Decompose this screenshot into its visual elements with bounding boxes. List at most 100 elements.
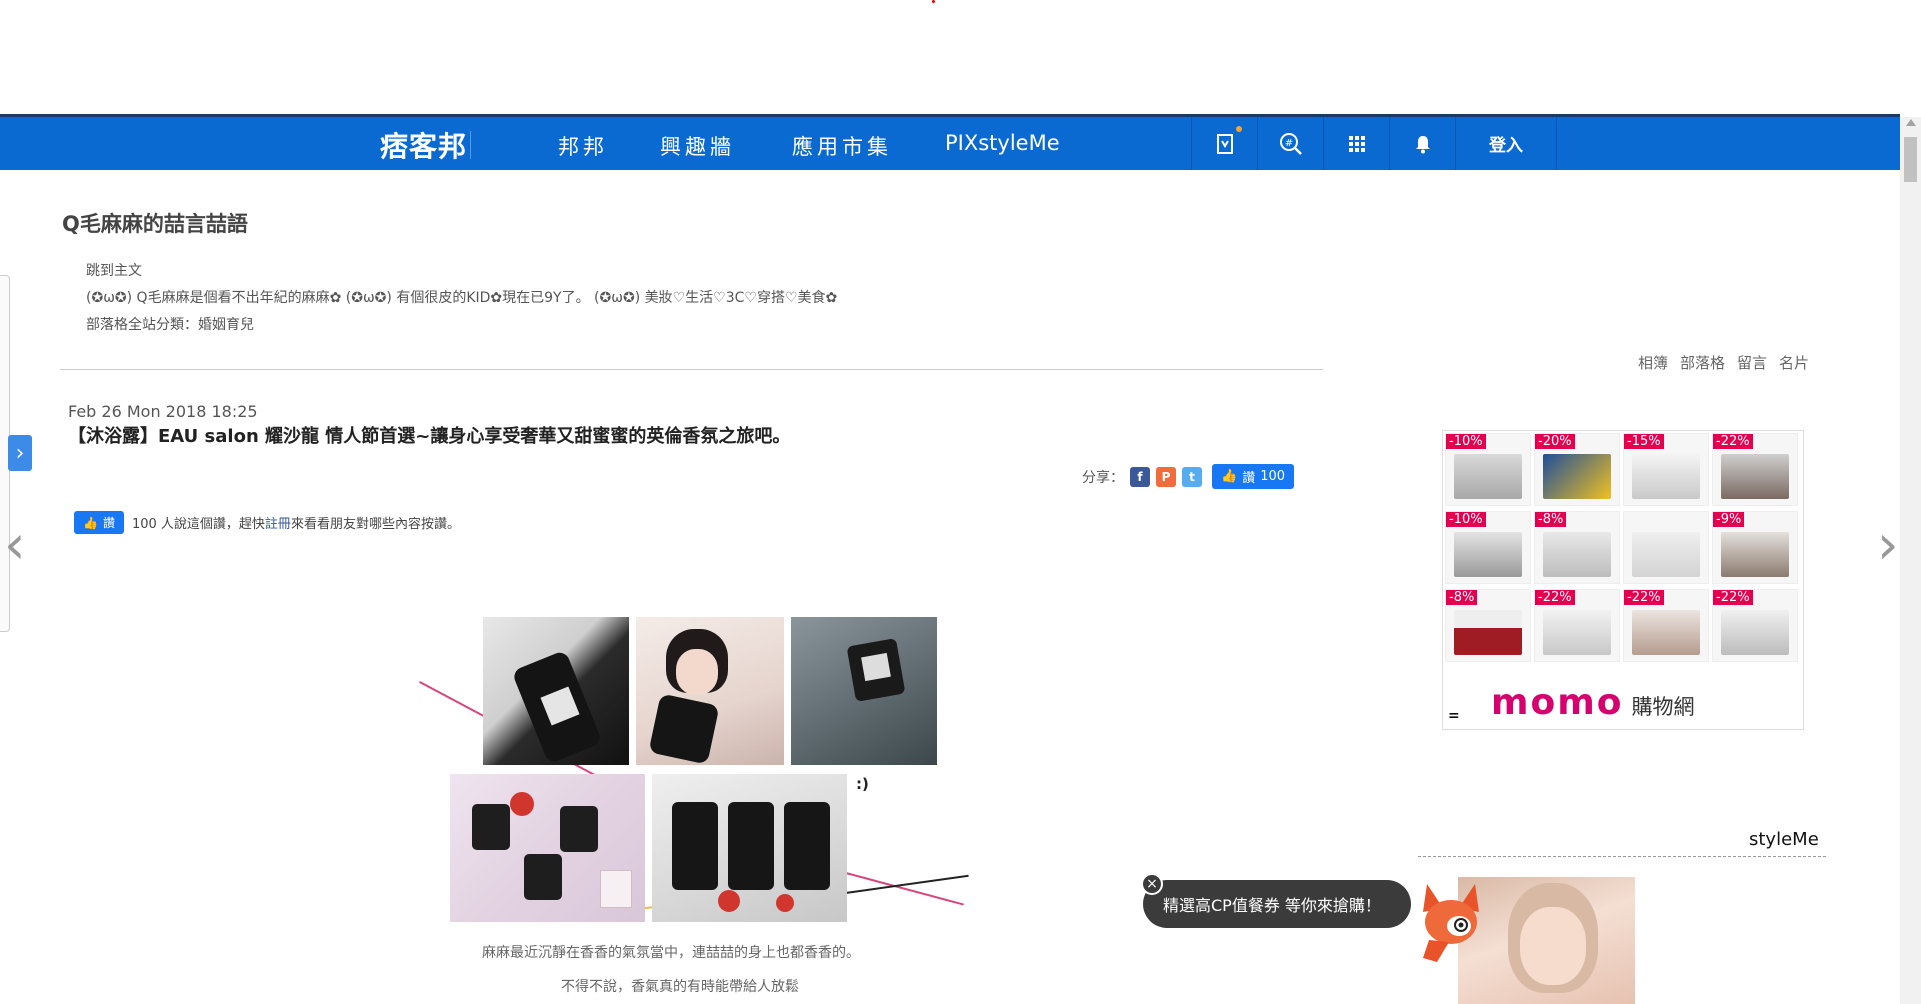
- ad-discount-badge: -22%: [1713, 434, 1753, 449]
- apps-grid-icon: [1348, 135, 1365, 152]
- notification-dot: [1236, 126, 1242, 132]
- bookmark-icon: [1216, 133, 1233, 154]
- momo-logo-suffix: 購物網: [1631, 695, 1695, 719]
- post-body-caption-2: 不得不說，香氣真的有時能帶給人放鬆: [561, 979, 799, 995]
- facebook-like-button[interactable]: 👍 讚 100: [1212, 464, 1295, 489]
- skip-to-content-link[interactable]: 跳到主文: [86, 258, 837, 285]
- sidebar-link-profile-card[interactable]: 名片: [1779, 352, 1809, 373]
- blog-category[interactable]: 部落格全站分類：婚姻育兒: [86, 312, 837, 339]
- ad-discount-badge: -22%: [1624, 590, 1664, 605]
- ad-product-tile[interactable]: -22%: [1623, 589, 1709, 662]
- pixnet-logo[interactable]: 痞客邦: [380, 127, 467, 163]
- ad-discount-badge: -9%: [1713, 512, 1745, 527]
- ad-product-tile[interactable]: [1623, 511, 1709, 584]
- logo-divider: [470, 131, 471, 159]
- post-title[interactable]: 【沐浴露】EAU salon 耀沙龍 情人節首選~讓身心享受奢華又甜蜜蜜的英倫香…: [68, 422, 790, 448]
- like-label: 讚: [102, 516, 115, 530]
- header-divider: [60, 369, 1323, 370]
- styleme-model-photo[interactable]: [1458, 877, 1635, 1004]
- product-photo-bottle-sink: [483, 617, 629, 765]
- blog-title[interactable]: Q毛麻麻的喆言喆語: [62, 208, 248, 238]
- promo-bubble[interactable]: 精選高CP值餐券 等你來搶購！: [1143, 880, 1411, 928]
- styleme-divider: [1418, 856, 1826, 857]
- ad-product-tile[interactable]: -10%: [1445, 433, 1531, 506]
- ad-product-tile[interactable]: -22%: [1534, 589, 1620, 662]
- ad-discount-badge: -10%: [1446, 512, 1486, 527]
- ad-product-tile[interactable]: -10%: [1445, 511, 1531, 584]
- ad-discount-badge: -22%: [1535, 590, 1575, 605]
- sidebar-links: 相簿 部落格 留言 名片: [1638, 352, 1809, 373]
- product-photo-flatlay-flowers: [450, 774, 645, 922]
- product-photo-three-bottles: [652, 774, 847, 922]
- post-body-caption-1: 麻麻最近沉靜在香香的氣氛當中，連喆喆的身上也都香香的。: [482, 945, 860, 961]
- nav-item-app-market[interactable]: 應用市集: [792, 131, 892, 161]
- momo-ad-banner[interactable]: -10% -20% -15% -22% -10% -8% -9% -8% -22…: [1442, 430, 1804, 730]
- close-icon[interactable]: ×: [1141, 873, 1163, 895]
- ad-discount-badge: -10%: [1446, 434, 1486, 449]
- svg-text:#: #: [1284, 138, 1292, 149]
- ad-product-tile[interactable]: -9%: [1712, 511, 1798, 584]
- next-post-arrow-icon[interactable]: ›: [1877, 518, 1899, 572]
- facebook-share-icon[interactable]: f: [1130, 466, 1150, 487]
- register-link[interactable]: 註冊: [265, 517, 291, 532]
- blog-meta: 跳到主文 (✪ω✪) Q毛麻麻是個看不出年紀的麻麻✿ (✪ω✪) 有個很皮的KI…: [86, 258, 837, 339]
- like-text: 100 人說這個讚，趕快註冊來看看朋友對哪些內容按讚。: [132, 513, 460, 532]
- ad-discount-badge: -8%: [1446, 590, 1478, 605]
- plurk-share-icon[interactable]: P: [1156, 466, 1176, 487]
- like-count: 100: [1260, 469, 1286, 484]
- ad-product-tile[interactable]: -15%: [1623, 433, 1709, 506]
- login-button[interactable]: 登入: [1455, 117, 1557, 170]
- product-photo-bathtub: [791, 617, 937, 765]
- like-text-prefix: 100 人說這個讚，趕快: [131, 517, 265, 532]
- sidebar-link-album[interactable]: 相簿: [1638, 352, 1668, 373]
- momo-logo-text: momo: [1491, 682, 1624, 723]
- sidebar-link-blog[interactable]: 部落格: [1680, 352, 1725, 373]
- search-button[interactable]: #: [1257, 117, 1323, 170]
- ad-product-tile[interactable]: -8%: [1534, 511, 1620, 584]
- ad-marker: =: [1448, 708, 1460, 724]
- product-photo-portrait: [636, 617, 784, 765]
- blog-description: (✪ω✪) Q毛麻麻是個看不出年紀的麻麻✿ (✪ω✪) 有個很皮的KID✿現在已…: [86, 290, 838, 306]
- apps-button[interactable]: [1323, 117, 1389, 170]
- search-hash-icon: #: [1279, 132, 1302, 155]
- nav-item-pixstyleme[interactable]: PIXstyleMe: [945, 131, 1060, 155]
- nav-right-tools: # 登入: [1191, 117, 1557, 170]
- sidebar-link-guestbook[interactable]: 留言: [1737, 352, 1767, 373]
- ad-product-tile[interactable]: -22%: [1712, 433, 1798, 506]
- like-text-suffix: 來看看朋友對哪些內容按讚。: [290, 517, 460, 532]
- ad-product-tile[interactable]: -22%: [1712, 589, 1798, 662]
- facebook-like-button-inline[interactable]: 👍 讚: [74, 511, 124, 534]
- collage-smile-text: :): [856, 775, 869, 793]
- post-date: Feb 26 Mon 2018 18:25: [68, 402, 258, 421]
- expand-panel-button[interactable]: ›: [8, 435, 32, 471]
- bookmark-button[interactable]: [1191, 117, 1257, 170]
- styleme-heading[interactable]: styleMe: [1749, 829, 1819, 850]
- thumbs-up-icon: 👍: [83, 515, 98, 530]
- twitter-share-icon[interactable]: t: [1182, 466, 1202, 487]
- scroll-thumb[interactable]: [1904, 137, 1917, 182]
- scroll-up-arrow-icon[interactable]: [1906, 119, 1916, 126]
- previous-post-arrow-icon[interactable]: ‹: [4, 518, 26, 572]
- ad-product-tile[interactable]: -8%: [1445, 589, 1531, 662]
- momo-logo[interactable]: momo 購物網: [1491, 682, 1695, 723]
- like-label: 讚: [1242, 471, 1256, 486]
- facebook-like-line: 👍 讚 100 人說這個讚，趕快註冊來看看朋友對哪些內容按讚。: [74, 511, 460, 534]
- ad-discount-badge: -22%: [1713, 590, 1753, 605]
- notifications-button[interactable]: [1389, 117, 1455, 170]
- ad-discount-badge: -20%: [1535, 434, 1575, 449]
- top-navigation-bar: 痞客邦 邦邦 興趣牆 應用市集 PIXstyleMe # 登入: [0, 114, 1900, 170]
- promo-bubble-text: 精選高CP值餐券 等你來搶購！: [1163, 896, 1381, 915]
- logo-text: 痞客邦: [380, 130, 468, 163]
- fox-mascot-icon[interactable]: [1419, 878, 1483, 964]
- nav-item-bangbang[interactable]: 邦邦: [558, 131, 608, 161]
- thumbs-up-icon: 👍: [1221, 469, 1238, 484]
- bell-icon: [1415, 135, 1430, 153]
- red-dot: [932, 0, 935, 3]
- product-collage-image: [419, 617, 969, 922]
- share-label: 分享：: [1082, 469, 1124, 486]
- page-scrollbar[interactable]: [1900, 117, 1921, 1004]
- ad-discount-badge: -8%: [1535, 512, 1567, 527]
- ad-discount-badge: -15%: [1624, 434, 1664, 449]
- ad-product-tile[interactable]: -20%: [1534, 433, 1620, 506]
- nav-item-interest-wall[interactable]: 興趣牆: [660, 131, 735, 161]
